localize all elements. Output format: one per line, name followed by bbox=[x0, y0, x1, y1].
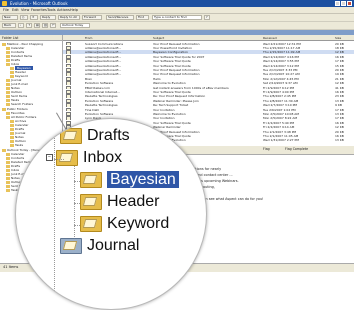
tree-guide bbox=[54, 159, 64, 160]
column-subject[interactable]: Subject bbox=[153, 36, 164, 40]
message-received: Wed 1/31/2007 2:27 PM bbox=[263, 138, 299, 143]
flag-date-label: Flag Complete bbox=[285, 147, 309, 151]
new-button[interactable]: New bbox=[2, 15, 18, 20]
folder-icon bbox=[10, 143, 14, 147]
address-field[interactable]: Outlook Today bbox=[60, 23, 90, 28]
undo-icon[interactable]: ↶ bbox=[50, 23, 56, 28]
up-folder-icon[interactable]: ↑ bbox=[26, 23, 32, 28]
menu-favorites[interactable]: Favorites bbox=[31, 8, 47, 12]
journal-icon bbox=[60, 237, 82, 254]
column-from[interactable]: From bbox=[85, 36, 92, 40]
menu-edit[interactable]: Edit bbox=[12, 8, 19, 12]
magnified-item-selected: Bayesian bbox=[80, 171, 179, 189]
folder-icon bbox=[6, 102, 10, 106]
folder-list-icon[interactable]: ▤ bbox=[34, 23, 40, 28]
print-icon[interactable]: ⎙ bbox=[20, 15, 28, 20]
folder-icon bbox=[56, 149, 78, 166]
tree-guide bbox=[74, 203, 80, 204]
advanced-toolbar: Back › ↑ ▤ ▥ ↶ Outlook Today bbox=[0, 22, 354, 30]
menu-bar: File Edit View Favorites Tools Actions H… bbox=[0, 7, 354, 14]
title-bar: Evolution - Microsoft Outlook bbox=[0, 0, 354, 7]
window-title: Evolution - Microsoft Outlook bbox=[10, 1, 68, 6]
help-icon[interactable]: ? bbox=[204, 15, 210, 20]
magnified-item: Journal bbox=[60, 237, 139, 255]
tree-guide bbox=[54, 119, 55, 309]
folder-icon bbox=[80, 193, 102, 210]
folder-icon bbox=[60, 127, 82, 144]
back-button[interactable]: Back bbox=[2, 23, 16, 28]
magnified-item: − Inbox bbox=[46, 149, 122, 167]
folder-pane-title: Folder List bbox=[2, 36, 19, 40]
close-button[interactable] bbox=[347, 1, 352, 6]
send-receive-button[interactable]: Send/Receive bbox=[106, 15, 134, 20]
collapse-icon: − bbox=[46, 154, 53, 162]
menu-file[interactable]: File bbox=[3, 8, 9, 12]
magnified-item: Header bbox=[80, 193, 159, 211]
tree-item[interactable]: Tasks bbox=[10, 143, 23, 147]
magnifier: Drafts − Inbox Bayesian Header Keyword Jo… bbox=[15, 118, 207, 310]
maximize-button[interactable] bbox=[341, 1, 346, 6]
menu-help[interactable]: Help bbox=[70, 8, 78, 12]
tree-guide bbox=[74, 181, 80, 182]
reply-button[interactable]: Reply bbox=[40, 15, 56, 20]
standard-toolbar: New ⎙ ✕ Reply Reply to All Forward Send/… bbox=[0, 14, 354, 22]
window-controls bbox=[335, 1, 352, 6]
column-size[interactable]: Size bbox=[335, 36, 341, 40]
menu-actions[interactable]: Actions bbox=[57, 8, 70, 12]
status-text: 41 Items bbox=[3, 265, 19, 269]
reply-all-button[interactable]: Reply to All bbox=[58, 15, 80, 20]
menu-view[interactable]: View bbox=[21, 8, 29, 12]
tree-guide bbox=[74, 163, 75, 245]
search-input[interactable]: Type a contact to find bbox=[152, 15, 202, 20]
tree-guide bbox=[74, 225, 80, 226]
menu-tools[interactable]: Tools bbox=[47, 8, 56, 12]
preview-pane-icon[interactable]: ▥ bbox=[42, 23, 48, 28]
column-received[interactable]: Received bbox=[263, 36, 277, 40]
folder-icon bbox=[80, 171, 102, 188]
tree-item[interactable]: Search Folders bbox=[6, 102, 33, 106]
delete-icon[interactable]: ✕ bbox=[30, 15, 38, 20]
message-size: 13 KB bbox=[335, 138, 344, 143]
outlook-icon bbox=[2, 1, 7, 6]
minimize-button[interactable] bbox=[335, 1, 340, 6]
flag-label: Flag bbox=[263, 147, 270, 151]
magnified-item: Drafts bbox=[60, 127, 130, 145]
find-button[interactable]: Find bbox=[136, 15, 149, 20]
magnified-item: Keyword bbox=[80, 215, 169, 233]
forward-nav-icon[interactable]: › bbox=[18, 23, 24, 28]
forward-button[interactable]: Forward bbox=[82, 15, 102, 20]
folder-icon bbox=[6, 188, 10, 192]
folder-icon bbox=[80, 215, 102, 232]
